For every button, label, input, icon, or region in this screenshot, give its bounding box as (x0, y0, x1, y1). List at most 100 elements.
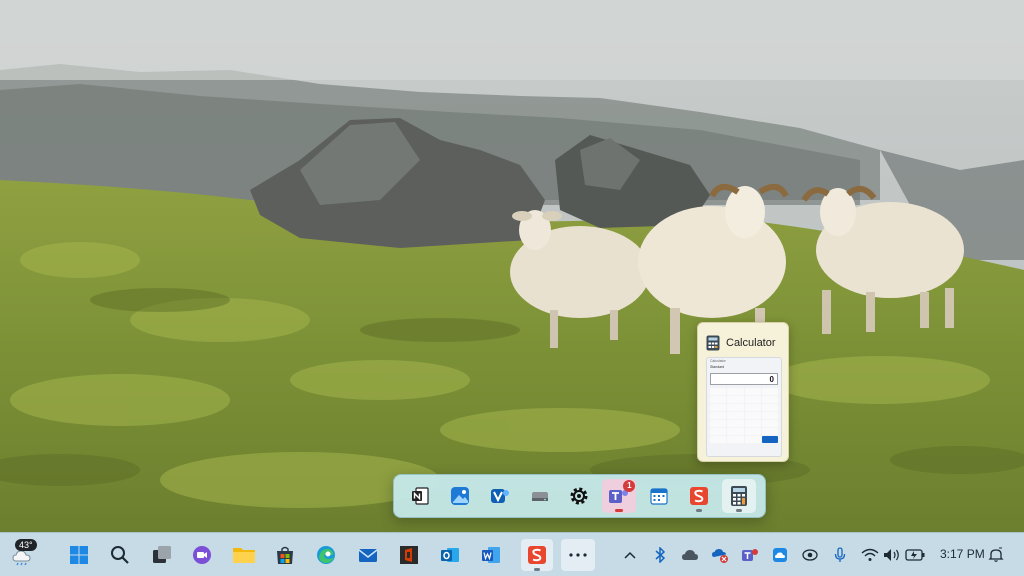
mini-key (727, 404, 744, 411)
meet-now-button[interactable] (186, 539, 218, 571)
office-button[interactable] (393, 539, 425, 571)
word-button[interactable] (475, 539, 507, 571)
flyout-snagit-button[interactable] (682, 479, 716, 513)
running-indicator (696, 509, 703, 512)
word-icon (482, 547, 500, 563)
flyout-calendar-button[interactable] (642, 479, 676, 513)
video-camera-icon (193, 546, 211, 564)
more-icon (569, 553, 587, 557)
microphone-tray-button[interactable] (830, 545, 850, 565)
running-indicator (735, 509, 742, 512)
flyout-onenote-button[interactable] (403, 479, 437, 513)
flyout-photos-button[interactable] (443, 479, 477, 513)
battery-tray-button[interactable] (905, 545, 925, 565)
mini-key (744, 388, 761, 395)
volume-tray-button[interactable] (882, 545, 902, 565)
edge-icon (317, 546, 335, 564)
mini-key (727, 388, 744, 395)
mini-key (761, 412, 778, 419)
desktop-wallpaper (0, 0, 1024, 532)
network-status-tray-button[interactable] (710, 545, 730, 565)
folder-icon (233, 548, 255, 563)
mini-key (761, 428, 778, 435)
bluetooth-icon (655, 547, 666, 563)
mini-key (710, 436, 727, 443)
snagit-icon (690, 487, 709, 505)
mini-key (710, 404, 727, 411)
preview-title: Calculator (726, 337, 776, 349)
search-icon (111, 546, 129, 564)
mini-display: 0 (710, 373, 778, 385)
onedrive-blue-tray-button[interactable] (770, 545, 790, 565)
mini-key (727, 436, 744, 443)
mail-button[interactable] (352, 539, 384, 571)
snagit-button[interactable] (521, 539, 553, 571)
task-view-icon (153, 546, 171, 563)
mini-key (744, 436, 761, 443)
search-button[interactable] (104, 539, 136, 571)
store-icon (277, 546, 293, 564)
office-icon (400, 546, 418, 564)
bluetooth-tray-button[interactable] (650, 545, 670, 565)
file-explorer-button[interactable] (228, 539, 260, 571)
onedrive-icon (773, 548, 787, 562)
calculator-icon (706, 335, 720, 351)
mini-key (727, 396, 744, 403)
mini-key (727, 428, 744, 435)
flyout-viva-button[interactable] (483, 479, 517, 513)
calculator-preview[interactable]: Calculator Calculator Standard 0 (697, 322, 789, 462)
flyout-calculator-button[interactable] (721, 479, 756, 513)
photos-icon (450, 487, 469, 505)
calendar-icon (650, 488, 668, 505)
teams-badge: 1 (623, 480, 636, 492)
microsoft-store-button[interactable] (269, 539, 301, 571)
drive-icon (531, 492, 548, 501)
start-button[interactable] (63, 539, 95, 571)
mini-key-equals (761, 436, 778, 443)
gear-icon (570, 487, 588, 505)
preview-header: Calculator (698, 323, 788, 353)
onenote-icon (411, 487, 429, 505)
calculator-thumbnail: Calculator Standard 0 (706, 357, 782, 457)
show-hidden-icons-button[interactable] (620, 545, 640, 565)
notification-bell-icon (988, 547, 1004, 562)
mini-key (744, 420, 761, 427)
taskbar-clock[interactable]: 3:17 PM (940, 547, 985, 561)
running-indicator (615, 509, 624, 512)
onedrive-tray-button[interactable] (680, 545, 700, 565)
edge-button[interactable] (310, 539, 342, 571)
teams-icon (742, 549, 758, 561)
taskbar-overflow-button[interactable] (561, 539, 595, 571)
microphone-icon (834, 547, 846, 562)
mini-key (744, 412, 761, 419)
task-view-button[interactable] (146, 539, 178, 571)
mini-key (761, 396, 778, 403)
mini-key (744, 396, 761, 403)
volume-icon (884, 549, 899, 561)
mini-key (710, 420, 727, 427)
viva-icon (490, 489, 509, 503)
mini-key (727, 412, 744, 419)
mini-key (710, 396, 727, 403)
flyout-teams-button[interactable]: 1 (602, 479, 637, 513)
notifications-button[interactable] (986, 545, 1006, 565)
chevron-up-icon (624, 551, 636, 559)
mini-key (761, 420, 778, 427)
wifi-tray-button[interactable] (860, 545, 880, 565)
flyout-drive-button[interactable] (523, 479, 557, 513)
mini-key (761, 388, 778, 395)
snagit-icon (528, 546, 546, 564)
taskbar-overflow-flyout: 1 (393, 474, 766, 518)
app-tray-button[interactable] (800, 545, 820, 565)
outlook-button[interactable] (434, 539, 466, 571)
teams-tray-button[interactable] (740, 545, 760, 565)
wifi-icon (861, 548, 879, 561)
weather-temperature: 43° (15, 539, 37, 551)
cloud-icon (682, 550, 698, 560)
mini-key (744, 428, 761, 435)
eye-icon (802, 549, 818, 561)
calculator-icon (730, 486, 747, 506)
windows-logo-icon (70, 546, 88, 564)
taskbar (0, 532, 1024, 576)
flyout-settings-button[interactable] (562, 479, 596, 513)
